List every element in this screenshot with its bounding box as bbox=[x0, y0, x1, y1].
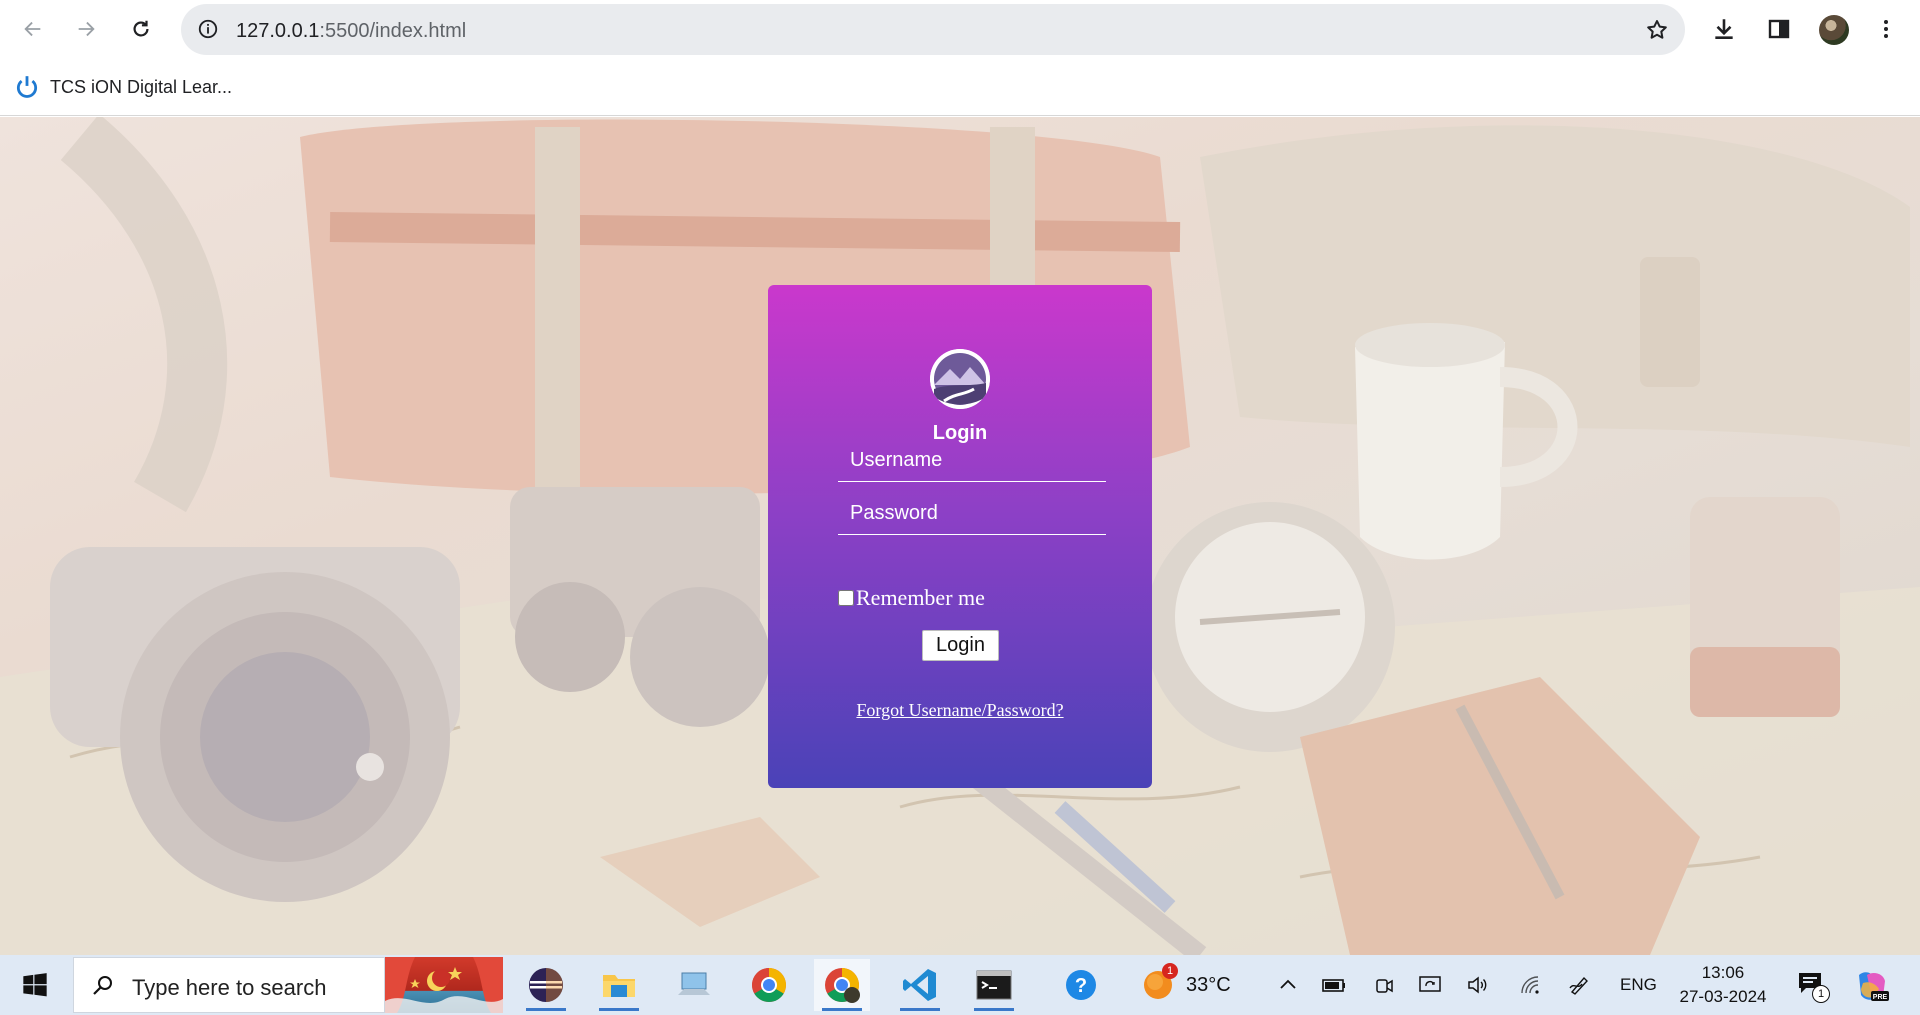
taskbar-app-vscode[interactable] bbox=[892, 959, 948, 1011]
browser-toolbar: 127.0.0.1:5500/index.html bbox=[0, 0, 1920, 58]
arrow-left-icon bbox=[24, 21, 41, 37]
side-panel-button[interactable] bbox=[1760, 10, 1798, 48]
taskbar: Type here to search ? 1 33°C ENG 13:06 2… bbox=[0, 955, 1920, 1015]
bookmarks-bar: TCS iON Digital Lear... bbox=[0, 58, 1920, 116]
taskbar-app-eclipse[interactable] bbox=[518, 959, 574, 1011]
taskbar-app-help[interactable]: ? bbox=[1053, 959, 1109, 1011]
menu-button[interactable] bbox=[1867, 10, 1905, 48]
clock-time: 13:06 bbox=[1701, 963, 1745, 982]
search-icon bbox=[88, 971, 118, 1001]
weather-alert-badge: 1 bbox=[1162, 963, 1178, 979]
battery-icon[interactable] bbox=[1320, 971, 1348, 999]
system-clock[interactable]: 13:06 27-03-2024 bbox=[1664, 961, 1782, 1009]
running-indicator bbox=[822, 1008, 862, 1011]
weather-temperature: 33°C bbox=[1186, 973, 1231, 996]
running-indicator bbox=[599, 1008, 639, 1011]
login-button[interactable]: Login bbox=[922, 630, 999, 661]
running-indicator bbox=[900, 1008, 940, 1011]
device-sync-icon[interactable] bbox=[1416, 971, 1444, 999]
chrome-profile-icon bbox=[825, 968, 860, 1003]
windows-logo-icon bbox=[23, 973, 47, 997]
mountain-logo-icon bbox=[930, 349, 990, 409]
chrome-icon bbox=[752, 968, 786, 1002]
arrow-right-icon bbox=[78, 21, 95, 37]
weather-widget[interactable]: 1 33°C bbox=[1142, 963, 1231, 1003]
page-viewport: Login Remember me Login Forgot Username/… bbox=[0, 117, 1920, 955]
forgot-credentials-link[interactable]: Forgot Username/Password? bbox=[768, 700, 1152, 721]
svg-text:?: ? bbox=[1075, 975, 1087, 997]
taskbar-app-file-explorer[interactable] bbox=[591, 959, 647, 1011]
url-path: :5500/index.html bbox=[319, 20, 467, 42]
language-indicator[interactable]: ENG bbox=[1620, 975, 1657, 995]
volume-icon[interactable] bbox=[1464, 971, 1492, 999]
bookmark-star-icon[interactable] bbox=[1641, 14, 1673, 46]
taskbar-app-chrome[interactable] bbox=[741, 959, 797, 1011]
network-icon[interactable] bbox=[1516, 971, 1544, 999]
download-icon bbox=[1715, 19, 1733, 39]
start-button[interactable] bbox=[10, 965, 60, 1005]
file-explorer-icon bbox=[603, 975, 635, 997]
notification-count-badge: 1 bbox=[1812, 985, 1830, 1003]
power-icon bbox=[16, 76, 38, 98]
back-button[interactable] bbox=[13, 9, 53, 49]
running-indicator bbox=[526, 1008, 566, 1011]
reload-button[interactable] bbox=[121, 9, 161, 49]
taskbar-app-this-pc[interactable] bbox=[666, 959, 722, 1011]
downloads-button[interactable] bbox=[1705, 10, 1743, 48]
bookmark-tcs-ion[interactable]: TCS iON Digital Lear... bbox=[14, 72, 232, 102]
tray-overflow-chevron-icon[interactable] bbox=[1274, 971, 1302, 999]
password-input[interactable] bbox=[838, 493, 1106, 535]
search-highlight-image[interactable] bbox=[385, 957, 503, 1013]
meet-now-icon[interactable] bbox=[1370, 971, 1398, 999]
copilot-icon[interactable]: PRE bbox=[1853, 969, 1889, 1003]
this-pc-icon bbox=[678, 972, 710, 995]
clock-date: 27-03-2024 bbox=[1679, 987, 1767, 1006]
running-indicator bbox=[974, 1008, 1014, 1011]
notification-center-button[interactable]: 1 bbox=[1796, 969, 1830, 1003]
reload-icon bbox=[133, 20, 149, 37]
profile-avatar[interactable] bbox=[1819, 15, 1849, 45]
eclipse-icon bbox=[529, 968, 563, 1002]
site-info-icon[interactable] bbox=[193, 14, 223, 44]
taskbar-app-terminal[interactable] bbox=[966, 959, 1022, 1011]
username-input[interactable] bbox=[838, 440, 1106, 482]
url-host: 127.0.0.1 bbox=[236, 20, 320, 42]
remember-me-label: Remember me bbox=[856, 585, 985, 610]
login-card: Login Remember me Login Forgot Username/… bbox=[768, 285, 1152, 788]
vscode-icon bbox=[903, 969, 936, 1001]
terminal-icon bbox=[976, 970, 1012, 1000]
taskbar-app-chrome-profile[interactable] bbox=[814, 959, 870, 1011]
bookmark-label: TCS iON Digital Lear... bbox=[50, 76, 233, 97]
search-placeholder: Type here to search bbox=[132, 975, 327, 1000]
address-bar[interactable]: 127.0.0.1:5500/index.html bbox=[181, 4, 1685, 55]
remember-me-row: Remember me bbox=[838, 585, 985, 611]
pen-icon[interactable] bbox=[1566, 971, 1594, 999]
forward-button[interactable] bbox=[66, 9, 106, 49]
remember-me-checkbox[interactable] bbox=[838, 590, 854, 606]
more-vertical-icon bbox=[1884, 20, 1888, 38]
url-text[interactable]: 127.0.0.1:5500/index.html bbox=[236, 20, 466, 43]
side-panel-icon bbox=[1768, 19, 1790, 39]
taskbar-search[interactable]: Type here to search bbox=[73, 957, 385, 1013]
help-icon: ? bbox=[1066, 970, 1096, 1000]
svg-text:PRE: PRE bbox=[1873, 994, 1888, 1001]
